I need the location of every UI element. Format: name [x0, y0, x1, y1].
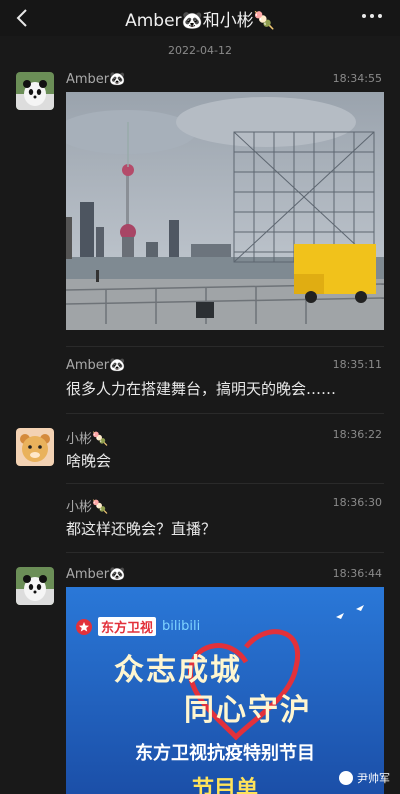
date-separator: 2022-04-12	[168, 44, 232, 57]
message-text: 啥晚会	[66, 452, 112, 470]
message-divider	[66, 483, 384, 484]
wechat-icon	[339, 771, 353, 785]
message-text: 很多人力在搭建舞台，搞明天的晚会……	[66, 380, 337, 398]
poster-slogan-line1: 众志成城	[114, 653, 242, 688]
message-text: 都这样还晚会？直播？	[66, 520, 217, 538]
watermark: 尹帅军	[339, 770, 390, 786]
poster-program-label: 节目单	[191, 777, 258, 794]
message-time: 18:34:55	[332, 72, 382, 85]
star-logo-icon	[76, 618, 92, 635]
message-sender: 小彬🍡	[66, 432, 109, 447]
message-sender: 小彬🍡	[66, 500, 109, 515]
stage-photo[interactable]	[56, 92, 385, 330]
message-sender: Amber🐼	[66, 358, 126, 373]
message-sender: Amber🐼	[66, 72, 126, 87]
chevron-left-icon[interactable]	[14, 8, 32, 28]
panda-avatar[interactable]	[16, 72, 54, 110]
watermark-text: 尹帅军	[357, 772, 390, 785]
poster-subtitle: 东方卫视抗疫特别节目	[135, 743, 315, 764]
top-bar: Amber🐼和小彬🍡	[0, 0, 400, 36]
chat-title: Amber🐼和小彬🍡	[125, 11, 275, 31]
channel-logo: 东方卫视	[98, 617, 157, 636]
partner-logo: bilibili	[162, 619, 201, 634]
message-time: 18:35:11	[332, 358, 382, 371]
message-time: 18:36:44	[332, 567, 382, 580]
message-divider	[66, 346, 384, 347]
message-time: 18:36:22	[332, 428, 382, 441]
message-divider	[66, 552, 384, 553]
cartoon-avatar[interactable]	[16, 428, 54, 466]
more-dots-icon[interactable]	[360, 8, 384, 24]
message-divider	[66, 413, 384, 414]
panda-avatar[interactable]	[16, 567, 54, 605]
program-poster[interactable]: 东方卫视 bilibili 众志成城 同心守沪 东方卫视抗疫特别节目 节目单	[66, 587, 384, 794]
message-sender: Amber🐼	[66, 567, 126, 582]
message-time: 18:36:30	[332, 496, 382, 509]
poster-slogan-line2: 同心守沪	[184, 693, 312, 728]
